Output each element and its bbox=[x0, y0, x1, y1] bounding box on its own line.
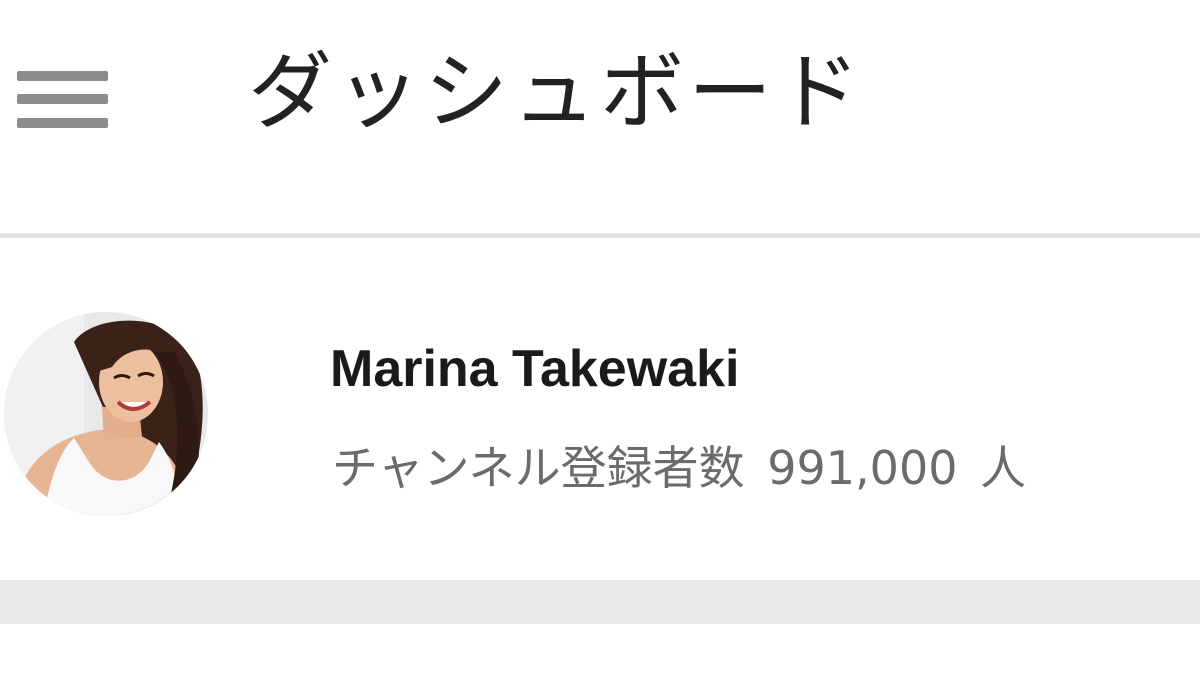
section-divider bbox=[0, 580, 1200, 624]
channel-summary-card[interactable]: Marina Takewaki チャンネル登録者数 991,000 人 bbox=[0, 238, 1200, 578]
profile-photo-icon bbox=[4, 312, 208, 516]
top-app-bar: ダッシュボード bbox=[0, 0, 1200, 236]
hamburger-menu-icon[interactable] bbox=[14, 66, 110, 136]
avatar[interactable] bbox=[4, 312, 208, 516]
page-title: ダッシュボード bbox=[248, 43, 865, 141]
channel-name[interactable]: Marina Takewaki bbox=[330, 334, 739, 404]
menu-line-top bbox=[17, 71, 108, 81]
subscriber-count-text: チャンネル登録者数 991,000 人 bbox=[332, 436, 1026, 500]
subscriber-label: チャンネル登録者数 bbox=[332, 441, 745, 495]
menu-line-middle bbox=[17, 94, 108, 104]
subscriber-count: 991,000 bbox=[767, 441, 958, 495]
menu-line-bottom bbox=[17, 118, 108, 128]
subscriber-unit: 人 bbox=[980, 441, 1027, 495]
dashboard-screen: ダッシュボード Marina Takewaki チャンネル登録者数 991,00… bbox=[0, 0, 1200, 675]
lower-content-area bbox=[0, 624, 1200, 675]
